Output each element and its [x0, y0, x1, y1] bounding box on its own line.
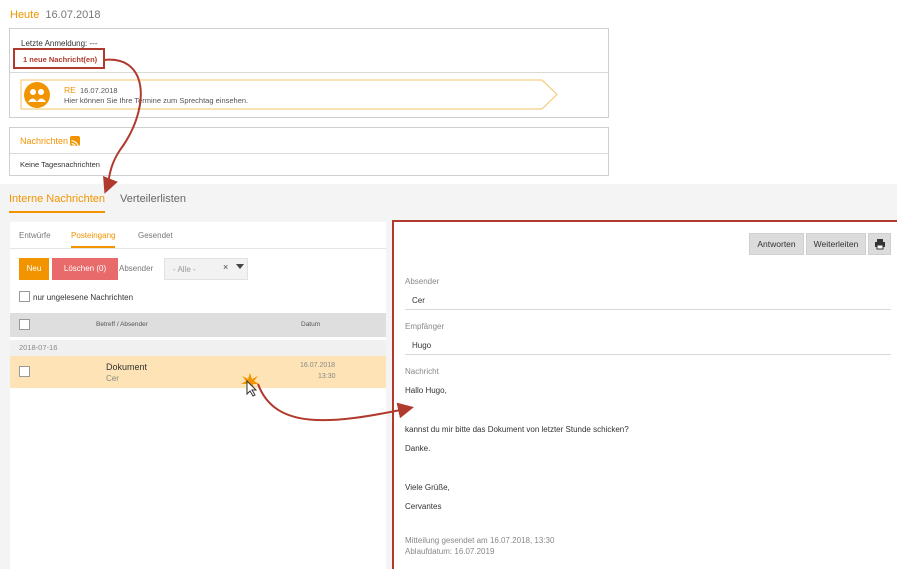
- last-login-text: Letzte Anmeldung: ---: [21, 39, 98, 48]
- tab-sent[interactable]: Gesendet: [138, 231, 173, 240]
- group-date: 2018-07-16: [19, 343, 58, 352]
- news-card: Nachrichten Keine Tagesnachrichten: [9, 127, 609, 176]
- tab-drafts[interactable]: Entwürfe: [19, 231, 51, 240]
- forward-button[interactable]: Weiterleiten: [806, 233, 866, 255]
- row-date: 16.07.2018: [300, 362, 336, 369]
- table-header: Betreff / Absender Datum: [10, 313, 386, 337]
- today-date: 16.07.2018: [45, 9, 101, 21]
- tab-inbox[interactable]: Posteingang: [71, 231, 116, 248]
- appointment-banner[interactable]: RE 16.07.2018 Hier können Sie Ihre Termi…: [20, 79, 558, 110]
- tab-internal-messages[interactable]: Interne Nachrichten: [9, 193, 105, 213]
- printer-icon[interactable]: [868, 233, 891, 255]
- message-list-panel: Entwürfe Posteingang Gesendet Neu Lösche…: [10, 222, 386, 569]
- appointment-text: Hier können Sie Ihre Termine zum Sprecht…: [64, 96, 249, 105]
- column-header-subject[interactable]: Betreff / Absender: [96, 321, 148, 328]
- date-group-row: 2018-07-16: [10, 340, 386, 356]
- recipient-field-value: Hugo: [412, 341, 432, 350]
- tab-distribution-lists[interactable]: Verteilerlisten: [120, 193, 186, 205]
- sender-filter-label: Absender: [119, 264, 154, 273]
- divider: [405, 309, 891, 310]
- unread-only-checkbox[interactable]: [19, 291, 30, 302]
- sender-field-label: Absender: [405, 277, 440, 286]
- reply-button[interactable]: Antworten: [749, 233, 804, 255]
- chevron-down-icon[interactable]: [236, 264, 244, 269]
- column-header-date[interactable]: Datum: [301, 321, 320, 328]
- people-icon: [24, 82, 50, 108]
- message-detail-panel: Antworten Weiterleiten Absender Cer Empf…: [392, 220, 897, 569]
- row-checkbox[interactable]: [19, 366, 30, 377]
- row-subject: Dokument: [106, 362, 148, 372]
- message-body-line: kannst du mir bitte das Dokument von let…: [405, 425, 629, 434]
- divider: [10, 248, 386, 249]
- divider: [10, 153, 608, 154]
- news-empty-text: Keine Tagesnachrichten: [20, 160, 100, 169]
- new-messages-link[interactable]: 1 neue Nachricht(en): [13, 48, 105, 69]
- message-field-label: Nachricht: [405, 367, 439, 376]
- sender-field-value: Cer: [412, 296, 425, 305]
- appointment-code: RE: [64, 85, 76, 95]
- appointment-date: 16.07.2018: [80, 86, 118, 95]
- clear-icon[interactable]: ×: [223, 262, 228, 272]
- sent-info: Mitteilung gesendet am 16.07.2018, 13:30: [405, 536, 555, 545]
- today-header: Heute 16.07.2018: [10, 9, 100, 21]
- message-body-line: Viele Grüße,: [405, 483, 450, 492]
- new-message-button[interactable]: Neu: [19, 258, 49, 280]
- expiry-info: Ablaufdatum: 16.07.2019: [405, 547, 495, 556]
- login-card: Letzte Anmeldung: --- 1 neue Nachricht(e…: [9, 28, 609, 118]
- today-label: Heute: [10, 9, 40, 21]
- news-title: Nachrichten: [20, 136, 69, 146]
- recipient-field-label: Empfänger: [405, 322, 445, 331]
- select-all-checkbox[interactable]: [19, 319, 30, 330]
- table-row[interactable]: Dokument Cer 16.07.2018 13:30: [10, 356, 386, 388]
- divider: [405, 354, 891, 355]
- message-body-line: Hallo Hugo,: [405, 386, 447, 395]
- message-body-line: Danke.: [405, 444, 431, 453]
- unread-only-label: nur ungelesene Nachrichten: [33, 293, 134, 302]
- divider: [10, 72, 608, 73]
- row-time: 13:30: [318, 373, 336, 380]
- sender-filter-select[interactable]: - Alle -: [164, 258, 248, 280]
- row-sender: Cer: [106, 374, 119, 383]
- message-body-line: Cervantes: [405, 502, 442, 511]
- rss-icon[interactable]: [70, 136, 80, 148]
- delete-button[interactable]: Löschen (0): [52, 258, 118, 280]
